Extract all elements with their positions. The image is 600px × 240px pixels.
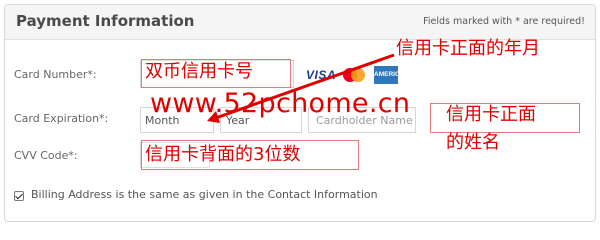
website-watermark: www.52pchome.cn [150, 88, 411, 119]
billing-address-checkbox-label[interactable]: Billing Address is the same as given in … [31, 188, 378, 201]
billing-address-checkbox[interactable] [14, 191, 24, 201]
